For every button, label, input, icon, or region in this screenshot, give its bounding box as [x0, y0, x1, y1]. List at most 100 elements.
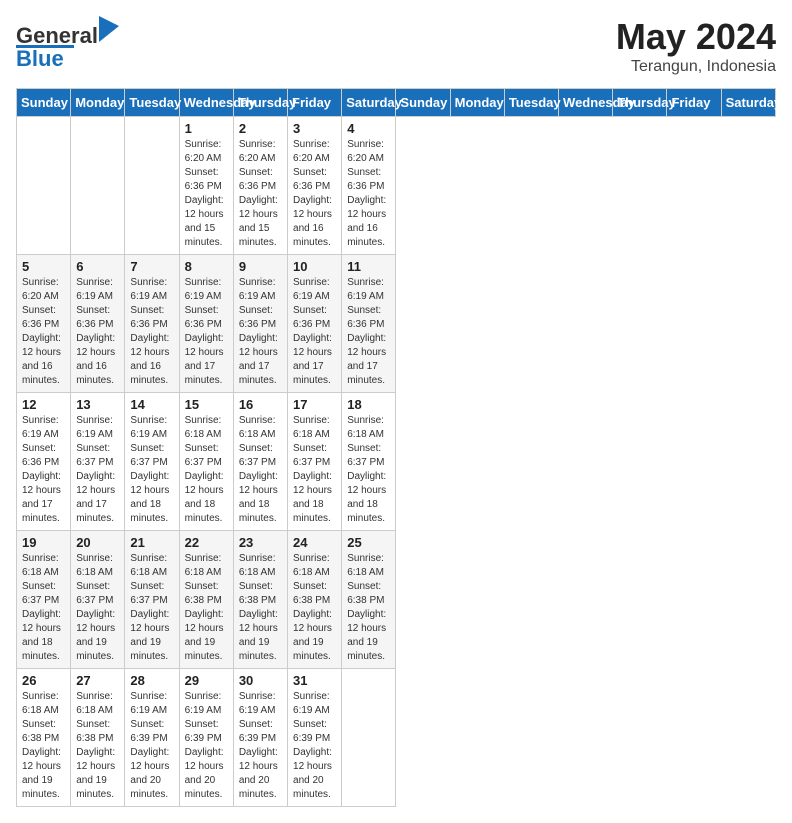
day-number: 3 [293, 121, 336, 136]
day-info: Sunrise: 6:19 AMSunset: 6:36 PMDaylight:… [76, 276, 119, 388]
calendar-cell: 22Sunrise: 6:18 AMSunset: 6:38 PMDayligh… [179, 531, 233, 669]
day-number: 21 [130, 535, 173, 550]
day-number: 12 [22, 397, 65, 412]
logo-flag-icon [99, 16, 119, 42]
logo: General Blue [16, 16, 119, 72]
day-info: Sunrise: 6:19 AMSunset: 6:36 PMDaylight:… [293, 276, 336, 388]
day-number: 19 [22, 535, 65, 550]
logo-blue-text: Blue [16, 46, 64, 72]
day-info: Sunrise: 6:18 AMSunset: 6:37 PMDaylight:… [293, 414, 336, 526]
calendar-cell: 28 Sunrise: 6:19 AMSunset: 6:39 PMDayligh… [125, 669, 179, 807]
calendar-cell: 30Sunrise: 6:19 AMSunset: 6:39 PMDayligh… [233, 669, 287, 807]
calendar-cell: 24Sunrise: 6:18 AMSunset: 6:38 PMDayligh… [288, 531, 342, 669]
day-info: Sunrise: 6:19 AMSunset: 6:39 PMDaylight:… [130, 690, 173, 802]
calendar-cell: 4 Sunrise: 6:20 AMSunset: 6:36 PMDaylight… [342, 117, 396, 255]
calendar-cell: 12 Sunrise: 6:19 AMSunset: 6:36 PMDayligh… [17, 393, 71, 531]
day-info: Sunrise: 6:18 AMSunset: 6:38 PMDaylight:… [293, 552, 336, 664]
day-number: 17 [293, 397, 336, 412]
calendar-cell: 17 Sunrise: 6:18 AMSunset: 6:37 PMDayligh… [288, 393, 342, 531]
calendar-cell: 5 Sunrise: 6:20 AMSunset: 6:36 PMDaylight… [17, 255, 71, 393]
day-info: Sunrise: 6:19 AMSunset: 6:39 PMDaylight:… [293, 690, 336, 802]
day-info: Sunrise: 6:19 AMSunset: 6:36 PMDaylight:… [185, 276, 228, 388]
day-number: 11 [347, 259, 390, 274]
day-info: Sunrise: 6:18 AMSunset: 6:38 PMDaylight:… [185, 552, 228, 664]
day-info: Sunrise: 6:19 AMSunset: 6:39 PMDaylight:… [239, 690, 282, 802]
day-info: Sunrise: 6:18 AMSunset: 6:37 PMDaylight:… [185, 414, 228, 526]
calendar-week-row: 1 Sunrise: 6:20 AMSunset: 6:36 PMDaylight… [17, 117, 776, 255]
day-info: Sunrise: 6:19 AMSunset: 6:39 PMDaylight:… [185, 690, 228, 802]
calendar-cell: 21 Sunrise: 6:18 AMSunset: 6:37 PMDayligh… [125, 531, 179, 669]
day-number: 29 [185, 673, 228, 688]
day-number: 16 [239, 397, 282, 412]
day-info: Sunrise: 6:18 AMSunset: 6:38 PMDaylight:… [347, 552, 390, 664]
day-number: 4 [347, 121, 390, 136]
calendar-cell: 11 Sunrise: 6:19 AMSunset: 6:36 PMDayligh… [342, 255, 396, 393]
calendar-cell: 31 Sunrise: 6:19 AMSunset: 6:39 PMDayligh… [288, 669, 342, 807]
calendar-cell: 7 Sunrise: 6:19 AMSunset: 6:36 PMDaylight… [125, 255, 179, 393]
day-info: Sunrise: 6:19 AMSunset: 6:36 PMDaylight:… [22, 414, 65, 526]
calendar-cell [71, 117, 125, 255]
day-number: 23 [239, 535, 282, 550]
day-info: Sunrise: 6:18 AMSunset: 6:37 PMDaylight:… [130, 552, 173, 664]
day-number: 1 [185, 121, 228, 136]
calendar-cell: 13 Sunrise: 6:19 AMSunset: 6:37 PMDayligh… [71, 393, 125, 531]
calendar-cell: 2 Sunrise: 6:20 AMSunset: 6:36 PMDaylight… [233, 117, 287, 255]
day-info: Sunrise: 6:18 AMSunset: 6:37 PMDaylight:… [76, 552, 119, 664]
day-info: Sunrise: 6:18 AMSunset: 6:38 PMDaylight:… [76, 690, 119, 802]
day-header-sunday: Sunday [396, 89, 450, 117]
day-info: Sunrise: 6:20 AMSunset: 6:36 PMDaylight:… [347, 138, 390, 250]
day-header-tuesday: Tuesday [125, 89, 179, 117]
day-info: Sunrise: 6:19 AMSunset: 6:36 PMDaylight:… [347, 276, 390, 388]
calendar-cell: 18Sunrise: 6:18 AMSunset: 6:37 PMDayligh… [342, 393, 396, 531]
day-number: 14 [130, 397, 173, 412]
day-number: 13 [76, 397, 119, 412]
month-year-title: May 2024 [616, 16, 776, 58]
day-number: 5 [22, 259, 65, 274]
calendar-table: SundayMondayTuesdayWednesdayThursdayFrid… [16, 88, 776, 807]
day-number: 31 [293, 673, 336, 688]
day-info: Sunrise: 6:19 AMSunset: 6:36 PMDaylight:… [130, 276, 173, 388]
day-info: Sunrise: 6:18 AMSunset: 6:38 PMDaylight:… [239, 552, 282, 664]
day-header-wednesday: Wednesday [179, 89, 233, 117]
day-info: Sunrise: 6:20 AMSunset: 6:36 PMDaylight:… [22, 276, 65, 388]
day-header-friday: Friday [667, 89, 721, 117]
day-number: 6 [76, 259, 119, 274]
day-header-thursday: Thursday [613, 89, 667, 117]
day-info: Sunrise: 6:20 AMSunset: 6:36 PMDaylight:… [185, 138, 228, 250]
calendar-cell [342, 669, 396, 807]
calendar-cell: 6 Sunrise: 6:19 AMSunset: 6:36 PMDaylight… [71, 255, 125, 393]
calendar-cell: 16 Sunrise: 6:18 AMSunset: 6:37 PMDayligh… [233, 393, 287, 531]
day-info: Sunrise: 6:19 AMSunset: 6:37 PMDaylight:… [76, 414, 119, 526]
day-header-tuesday: Tuesday [504, 89, 558, 117]
day-number: 7 [130, 259, 173, 274]
day-header-friday: Friday [288, 89, 342, 117]
calendar-cell: 27 Sunrise: 6:18 AMSunset: 6:38 PMDayligh… [71, 669, 125, 807]
calendar-cell [17, 117, 71, 255]
day-number: 26 [22, 673, 65, 688]
day-number: 2 [239, 121, 282, 136]
day-header-monday: Monday [71, 89, 125, 117]
day-number: 10 [293, 259, 336, 274]
day-info: Sunrise: 6:18 AMSunset: 6:37 PMDaylight:… [239, 414, 282, 526]
day-info: Sunrise: 6:20 AMSunset: 6:36 PMDaylight:… [293, 138, 336, 250]
calendar-cell: 19Sunrise: 6:18 AMSunset: 6:37 PMDayligh… [17, 531, 71, 669]
calendar-cell: 26 Sunrise: 6:18 AMSunset: 6:38 PMDayligh… [17, 669, 71, 807]
day-info: Sunrise: 6:20 AMSunset: 6:36 PMDaylight:… [239, 138, 282, 250]
calendar-cell: 3 Sunrise: 6:20 AMSunset: 6:36 PMDaylight… [288, 117, 342, 255]
day-header-wednesday: Wednesday [559, 89, 613, 117]
calendar-cell: 8Sunrise: 6:19 AMSunset: 6:36 PMDaylight… [179, 255, 233, 393]
day-number: 27 [76, 673, 119, 688]
day-info: Sunrise: 6:19 AMSunset: 6:36 PMDaylight:… [239, 276, 282, 388]
day-header-saturday: Saturday [721, 89, 775, 117]
page-header: General Blue May 2024 Terangun, Indonesi… [16, 16, 776, 76]
day-number: 28 [130, 673, 173, 688]
calendar-week-row: 26 Sunrise: 6:18 AMSunset: 6:38 PMDayligh… [17, 669, 776, 807]
day-number: 20 [76, 535, 119, 550]
location-subtitle: Terangun, Indonesia [616, 58, 776, 76]
day-info: Sunrise: 6:18 AMSunset: 6:38 PMDaylight:… [22, 690, 65, 802]
day-header-sunday: Sunday [17, 89, 71, 117]
day-header-monday: Monday [450, 89, 504, 117]
calendar-week-row: 12 Sunrise: 6:19 AMSunset: 6:36 PMDayligh… [17, 393, 776, 531]
calendar-cell: 29 Sunrise: 6:19 AMSunset: 6:39 PMDayligh… [179, 669, 233, 807]
day-number: 15 [185, 397, 228, 412]
